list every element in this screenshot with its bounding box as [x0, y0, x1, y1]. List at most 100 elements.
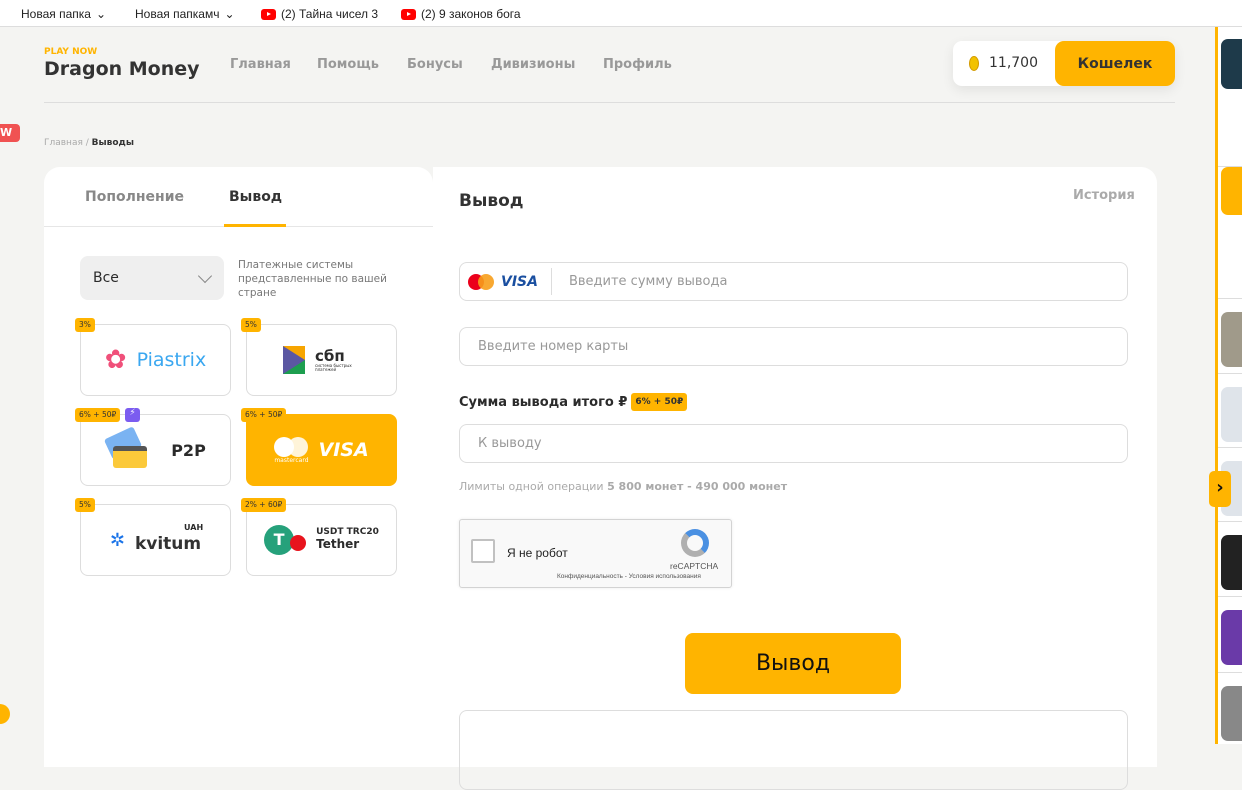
bookmark-label: Новая папкамч [135, 7, 220, 21]
wallet-button[interactable]: Кошелек [1055, 41, 1175, 86]
piastrix-flower-icon: ✿ [104, 345, 127, 375]
bookmark-label: (2) Тайна чисел 3 [281, 7, 379, 21]
amount-input[interactable]: VISA Введите сумму вывода [459, 262, 1128, 301]
method-sbp[interactable]: сбп система быстрых платежей [246, 324, 397, 396]
coin-icon [969, 56, 979, 71]
tether-icon: T [264, 525, 307, 555]
right-sidebar [1215, 27, 1242, 744]
card-number-input[interactable]: Введите номер карты [459, 327, 1128, 366]
recaptcha: Я не робот reCAPTCHA Конфиденциальность … [459, 519, 732, 588]
game-thumbnail[interactable] [1221, 167, 1242, 215]
game-thumbnail[interactable] [1221, 387, 1242, 442]
kvitum-icon: ✲ [109, 529, 125, 551]
method-piastrix[interactable]: ✿ Piastrix [80, 324, 231, 396]
breadcrumb-separator: / [85, 138, 89, 148]
game-thumbnail[interactable] [1221, 686, 1242, 741]
fee-badge: 5% [241, 318, 261, 332]
help-bubble[interactable] [0, 704, 10, 724]
nav-profile[interactable]: Профиль [603, 57, 672, 72]
method-name: сбп [315, 346, 345, 365]
payout-input[interactable]: К выводу [459, 424, 1128, 463]
captcha-checkbox[interactable] [471, 539, 495, 563]
recaptcha-icon [681, 529, 709, 557]
game-thumbnail[interactable] [1221, 535, 1242, 590]
card-placeholder: Введите номер карты [478, 339, 629, 354]
method-sub: система быстрых платежей [315, 362, 352, 372]
form-title: Вывод [459, 191, 524, 211]
game-thumbnail[interactable] [1221, 610, 1242, 665]
method-p2p[interactable]: P2P [80, 414, 231, 486]
sbp-logo-icon [283, 346, 305, 374]
nav-help[interactable]: Помощь [317, 57, 379, 72]
bookmark-label: (2) 9 законов бога [421, 7, 521, 21]
method-name: Piastrix [136, 349, 207, 371]
currency-label: UAH [184, 523, 204, 532]
nav-home[interactable]: Главная [230, 57, 291, 72]
method-name: P2P [171, 440, 206, 460]
fee-badge: 6% + 50₽ [241, 408, 287, 422]
method-name: Tether [316, 537, 360, 552]
info-box [459, 710, 1128, 790]
fee-badge: 3% [75, 318, 95, 332]
youtube-icon [261, 8, 276, 20]
method-kvitum[interactable]: ✲ kvitum UAH [80, 504, 231, 576]
tron-icon [290, 535, 307, 551]
game-thumbnail[interactable] [1221, 39, 1242, 89]
visa-icon: VISA [501, 273, 538, 290]
withdraw-submit-button[interactable]: Вывод [685, 633, 901, 694]
sidebar-toggle-chevron-right-icon[interactable]: › [1209, 471, 1231, 507]
country-filter-select[interactable]: Все [80, 256, 224, 300]
filter-note: Платежные системы представленные по ваше… [238, 259, 387, 299]
new-badge: W [0, 124, 20, 142]
chevron-down-icon: ⌄ [95, 7, 107, 21]
payout-placeholder: К выводу [478, 436, 542, 451]
logo[interactable]: Dragon Money [44, 58, 200, 80]
tab-withdraw[interactable]: Вывод [229, 189, 282, 205]
total-fee-badge: 6% + 50₽ [631, 393, 688, 411]
chevron-down-icon: ⌄ [224, 7, 235, 21]
fee-badge: 2% + 60₽ [241, 498, 287, 512]
recaptcha-brand: reCAPTCHA [670, 561, 719, 571]
limits-text: Лимиты одной операции 5 800 монет - 490 … [459, 480, 787, 493]
limits-prefix: Лимиты одной операции [459, 480, 604, 493]
tagline: PLAY NOW [44, 47, 98, 57]
payment-methods-panel: Пополнение Вывод Все Платежные системы п… [44, 167, 433, 767]
chevron-down-icon [197, 268, 213, 284]
nav-divisions[interactable]: Дивизионы [491, 57, 575, 72]
method-name: VISA [318, 439, 369, 461]
method-tether[interactable]: T USDT TRC20 Tether [246, 504, 397, 576]
method-name: kvitum [134, 534, 202, 554]
active-tab-indicator [224, 224, 286, 227]
total-label-row: Сумма вывода итого ₽6% + 50₽ [459, 393, 688, 411]
bookmark-label: Новая папка [21, 7, 91, 21]
fee-badge: 6% + 50₽ [75, 408, 121, 422]
breadcrumb: Главная / Выводы [44, 138, 134, 148]
balance: 11,700 [989, 55, 1038, 71]
bookmark-folder[interactable]: Новая папкамч ⌄ [135, 7, 235, 21]
breadcrumb-home[interactable]: Главная [44, 138, 83, 148]
withdraw-form-panel: Вывод История VISA Введите сумму вывода … [433, 167, 1157, 790]
youtube-icon [401, 8, 416, 20]
nav-bonuses[interactable]: Бонусы [407, 57, 463, 72]
header-divider [44, 102, 1175, 103]
lightning-icon: ⚡ [125, 408, 140, 422]
bookmarks-bar: Новая папка ⌄ Новая папкамч ⌄ (2) Тайна чи… [0, 0, 1242, 27]
total-label: Сумма вывода итого ₽ [459, 394, 628, 410]
game-thumbnail[interactable] [1221, 312, 1242, 367]
recaptcha-links[interactable]: Конфиденциальность - Условия использован… [557, 573, 701, 580]
mastercard-icon [468, 273, 494, 290]
breadcrumb-current: Выводы [91, 138, 134, 148]
bookmark-link[interactable]: (2) Тайна чисел 3 [261, 7, 378, 21]
captcha-label: Я не робот [507, 546, 568, 560]
bookmark-link[interactable]: (2) 9 законов бога [401, 7, 521, 21]
history-link[interactable]: История [1073, 188, 1135, 203]
wallet-widget: 11,700 Кошелек [953, 41, 1175, 86]
cards-icon [104, 426, 149, 470]
method-visa-mastercard[interactable]: mastercard VISA [246, 414, 397, 486]
bookmark-folder[interactable]: Новая папка ⌄ [21, 7, 106, 21]
select-value: Все [93, 270, 119, 286]
tab-deposit[interactable]: Пополнение [85, 189, 184, 205]
brand-label: mastercard [274, 456, 309, 464]
fee-badge: 5% [75, 498, 95, 512]
mastercard-icon [274, 436, 309, 457]
